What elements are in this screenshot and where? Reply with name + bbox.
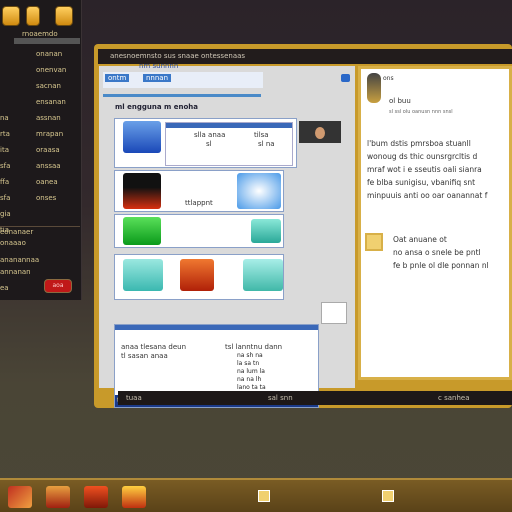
status-text: c sanhea	[438, 394, 470, 402]
tile-caption: ttlappnt	[185, 199, 213, 207]
pane-paragraph: l'bum dstis pmrsboa stuanll wonoug ds thi…	[367, 139, 488, 200]
detail-row: na na lh	[237, 376, 262, 383]
sidebar-item[interactable]: onanan	[36, 50, 62, 58]
lock-icon	[367, 73, 381, 103]
divider	[0, 226, 80, 227]
sidebar-item[interactable]: ensanan	[36, 98, 66, 106]
app-red-icon[interactable]	[8, 486, 32, 508]
avatar[interactable]	[299, 121, 341, 143]
sidebar-item[interactable]: onenvan	[36, 66, 66, 74]
footer-item[interactable]: ea	[0, 284, 9, 292]
teal-thumbnail[interactable]	[251, 219, 281, 243]
sidebar-label: gia	[0, 210, 11, 218]
sidebar-label: na	[0, 114, 9, 122]
main-window: anesnoemnsto sus snaae ontessenaas ontm …	[94, 44, 512, 408]
status-bar: tuaa sal snn c sanhea	[118, 391, 512, 405]
detail-row: la sa tn	[237, 360, 260, 367]
info-card: slla anaa tilsa sl sl na	[165, 122, 293, 166]
note-text: Oat anuane ot no ansa o snele be pntl fe b…	[393, 235, 489, 270]
search-input[interactable]	[14, 38, 80, 44]
status-text: sal snn	[268, 394, 293, 402]
sidebar-item[interactable]: oraasa	[36, 146, 60, 154]
reading-pane: ons ol buu sl ssl olu oanusn nnn snsl l'…	[358, 66, 512, 380]
help-icon[interactable]	[341, 74, 350, 82]
tile-row: ttlappnt	[114, 170, 284, 212]
detail-text: anaa tlesana deun	[121, 343, 187, 351]
sidebar-label: sfa	[0, 194, 11, 202]
folder-icon[interactable]	[258, 490, 270, 502]
sidebar-label: ita	[0, 146, 9, 154]
app-bag-icon[interactable]	[46, 486, 70, 508]
footer-item[interactable]: annanan	[0, 268, 31, 276]
blue-thumbnail[interactable]	[123, 121, 161, 153]
tab-bar: ontm nnnan	[103, 72, 263, 88]
taskbar	[0, 478, 512, 512]
checkbox[interactable]	[321, 302, 347, 324]
teal-thumbnail[interactable]	[123, 259, 163, 291]
orange-thumbnail[interactable]	[180, 259, 214, 291]
icon-label: rnoaemdo	[22, 30, 58, 38]
footer-item[interactable]: ananannaa	[0, 256, 39, 264]
pane-label: ons	[383, 75, 394, 82]
tile-row	[114, 214, 284, 248]
status-text: tuaa	[126, 394, 142, 402]
sidebar-label: sfa	[0, 162, 11, 170]
sidebar-item[interactable]: onses	[36, 194, 56, 202]
red-thumbnail[interactable]	[123, 173, 161, 209]
detail-row: na sh na	[237, 352, 263, 359]
sidebar-item[interactable]: oanea	[36, 178, 58, 186]
footer-item[interactable]: onaaao	[0, 239, 26, 247]
detail-list: na sh na la sa tn na lum la na na lh lan…	[237, 352, 266, 392]
note-icon	[365, 233, 383, 251]
sky-thumbnail[interactable]	[237, 173, 281, 209]
app-fire-icon[interactable]	[84, 486, 108, 508]
content-pane: ontm nnnan nm sunnnn ml engguna m enoha …	[99, 62, 355, 408]
folder-icon[interactable]	[382, 490, 394, 502]
detail-text: tsl lanntnu dann	[225, 343, 283, 351]
section-heading: ml engguna m enoha	[115, 103, 198, 111]
sidebar-item[interactable]: assnan	[36, 114, 61, 122]
card-text: sl	[206, 140, 212, 148]
app-icon[interactable]	[26, 6, 40, 26]
app-icon[interactable]	[2, 6, 20, 26]
left-sidebar-panel: rnoaemdo onanan onenvan sacnan ensanan assna…	[0, 0, 82, 300]
sidebar-item[interactable]: sacnan	[36, 82, 61, 90]
action-button[interactable]: aoa	[44, 279, 72, 293]
detail-text: tl sasan anaa	[121, 352, 168, 360]
sidebar-item[interactable]: anssaa	[36, 162, 61, 170]
detail-row: na lum la	[237, 368, 265, 375]
tab[interactable]: nnnan	[143, 74, 172, 82]
pane-subtitle: sl ssl olu oanusn nnn snsl	[389, 109, 453, 115]
card-text: tilsa	[254, 131, 269, 139]
pane-title: ol buu	[389, 97, 411, 105]
tile-row	[114, 254, 284, 300]
sidebar-label: ffa	[0, 178, 10, 186]
tab[interactable]: ontm	[105, 74, 130, 82]
app-icon[interactable]	[55, 6, 73, 26]
teal-thumbnail[interactable]	[243, 259, 283, 291]
card-text: slla anaa	[194, 131, 226, 139]
green-thumbnail[interactable]	[123, 217, 161, 245]
tile-row: slla anaa tilsa sl sl na	[114, 118, 297, 168]
progress-bar	[103, 94, 261, 97]
footer-item[interactable]: eonanaer	[0, 228, 33, 236]
app-m-icon[interactable]	[122, 486, 146, 508]
sidebar-label: rta	[0, 130, 10, 138]
card-text: sl na	[258, 140, 275, 148]
sidebar-item[interactable]: mrapan	[36, 130, 63, 138]
breadcrumb[interactable]: nm sunnnn	[139, 62, 178, 70]
